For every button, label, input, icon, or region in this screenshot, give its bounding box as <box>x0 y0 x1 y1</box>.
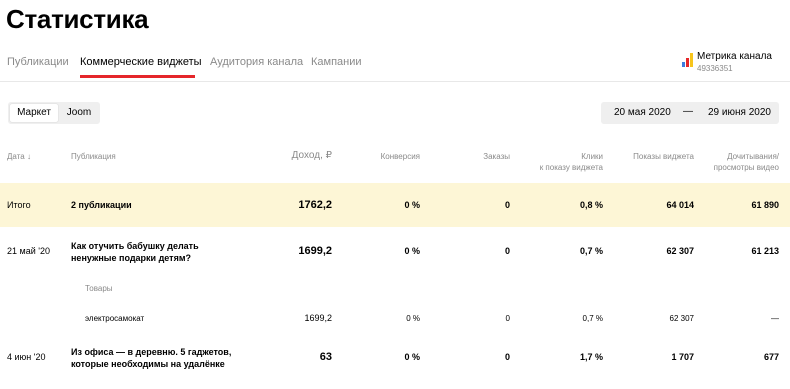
segment-market[interactable]: Маркет <box>10 104 58 122</box>
row-views: 677 <box>763 352 779 362</box>
header-conversion: Конверсия <box>380 152 420 161</box>
row-orders: 0 <box>504 352 510 362</box>
goods-name: электросамокат <box>85 314 145 323</box>
row-clicks: 1,7 % <box>579 352 603 362</box>
row-conversion: 0 % <box>404 246 420 256</box>
total-date: Итого <box>7 200 31 210</box>
segment-joom[interactable]: Joom <box>60 104 98 122</box>
goods-impressions: 62 307 <box>669 314 694 323</box>
header-views-line1: Дочитывания/ <box>727 152 779 161</box>
date-from[interactable]: 20 мая 2020 <box>614 107 671 118</box>
active-tab-indicator <box>80 75 195 78</box>
row-impressions: 1 707 <box>671 352 694 362</box>
total-views: 61 890 <box>751 200 779 210</box>
goods-income: 1699,2 <box>304 313 332 323</box>
row-publication[interactable]: Из офиса — в деревню. 5 гаджетов, которы… <box>71 346 241 370</box>
goods-views: — <box>771 314 779 323</box>
metrika-title: Метрика канала <box>697 51 772 62</box>
header-views: Дочитывания/ просмотры видео <box>714 151 779 173</box>
goods-orders: 0 <box>505 314 510 323</box>
total-conversion: 0 % <box>404 200 420 210</box>
tab-campaigns[interactable]: Кампании <box>311 56 362 68</box>
row-publication[interactable]: Как отучить бабушку делать ненужные пода… <box>71 240 241 264</box>
row-views: 61 213 <box>751 246 779 256</box>
shop-switcher: Маркет Joom <box>8 102 100 124</box>
date-range-picker: 20 мая 2020 — 29 июня 2020 <box>601 102 779 124</box>
header-clicks-line1: Клики <box>581 152 603 161</box>
tabs-bar: Публикации Коммерческие виджеты Аудитори… <box>0 48 790 82</box>
header-publication: Публикация <box>71 152 116 161</box>
total-orders: 0 <box>504 200 510 210</box>
header-clicks: Клики к показу виджета <box>540 151 603 173</box>
header-date[interactable]: Дата ↓ <box>7 151 31 162</box>
total-clicks: 0,8 % <box>579 200 603 210</box>
header-views-line2: просмотры видео <box>713 163 779 172</box>
goods-clicks: 0,7 % <box>582 314 603 323</box>
row-impressions: 62 307 <box>666 246 694 256</box>
total-income: 1762,2 <box>298 199 332 211</box>
row-conversion: 0 % <box>404 352 420 362</box>
header-orders: Заказы <box>483 152 510 161</box>
goods-label: Товары <box>85 284 113 293</box>
tab-publications[interactable]: Публикации <box>7 56 69 68</box>
row-date: 21 май '20 <box>7 246 50 256</box>
total-impressions: 64 014 <box>666 200 694 210</box>
table-row-total: Итого 2 публикации 1762,2 0 % 0 0,8 % 64… <box>0 183 790 227</box>
metrika-id: 49336351 <box>697 64 733 73</box>
header-impressions: Показы виджета <box>633 152 694 161</box>
date-separator: — <box>683 106 693 117</box>
total-publication: 2 публикации <box>71 200 132 210</box>
header-income[interactable]: Доход, ₽ <box>292 150 332 161</box>
row-date: 4 июн '20 <box>7 352 46 362</box>
metrika-logo-icon <box>682 53 694 67</box>
date-to[interactable]: 29 июня 2020 <box>708 107 771 118</box>
row-income: 63 <box>319 351 332 363</box>
tab-commercial-widgets[interactable]: Коммерческие виджеты <box>80 56 202 68</box>
row-clicks: 0,7 % <box>579 246 603 256</box>
header-clicks-line2: к показу виджета <box>539 163 603 172</box>
row-income: 1699,2 <box>298 245 332 257</box>
page-title: Статистика <box>6 4 149 34</box>
goods-conversion: 0 % <box>406 314 420 323</box>
row-orders: 0 <box>504 246 510 256</box>
tab-channel-audience[interactable]: Аудитория канала <box>210 56 303 68</box>
